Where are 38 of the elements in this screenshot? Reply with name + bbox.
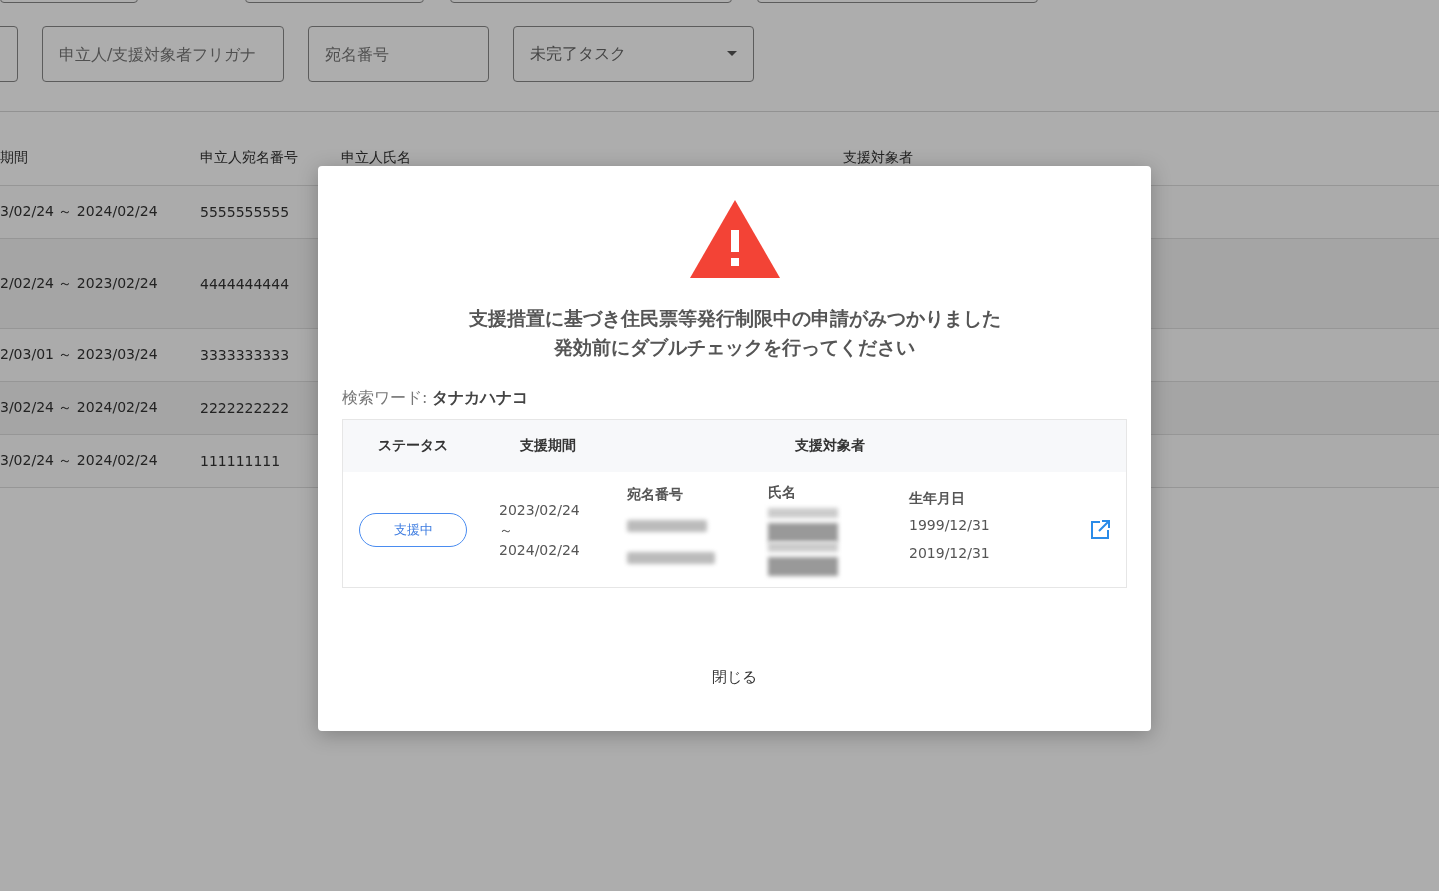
period-text: 2023/02/24: [499, 500, 581, 520]
blurred-name: [768, 541, 838, 576]
column-header: 生年月日: [909, 489, 966, 508]
column-header: 支援期間: [519, 437, 577, 455]
select-field[interactable]: 未完了タスク: [513, 26, 754, 82]
column-header: 期間: [0, 148, 29, 167]
table-cell-text: 3333333333: [200, 347, 291, 363]
warning-icon: [689, 200, 780, 278]
external-link-icon[interactable]: [1090, 519, 1110, 540]
column-header: 支援対象者: [843, 148, 914, 167]
column-header: 宛名番号: [627, 485, 684, 504]
table-cell-text: 2/02/24 ～ 2023/02/24: [0, 274, 159, 293]
column-header: 申立人氏名: [341, 148, 412, 167]
input-field[interactable]: 申立人/支援対象者フリガナ: [42, 26, 284, 82]
status-tag: 支援中: [359, 512, 467, 547]
table-cell-text: 3/02/24 ～ 2024/02/24: [0, 452, 159, 470]
column-header: 申立人宛名番号: [200, 148, 299, 167]
alert-message: 発効前にダブルチェックを行ってください: [553, 335, 916, 360]
table-cell-text: 3/02/24 ～ 2024/02/24: [0, 203, 159, 221]
blurred-name: [768, 507, 838, 542]
table-cell-text: 2222222222: [200, 400, 291, 416]
close-button[interactable]: 閉じる: [702, 662, 767, 693]
table-cell-text: 111111111: [200, 453, 282, 469]
table-cell-text: 3/02/24 ～ 2024/02/24: [0, 399, 159, 417]
search-word-text: 検索ワード: タナカハナコ: [342, 388, 529, 409]
column-header: 支援対象者: [793, 437, 866, 455]
table-cell-text: 2/03/01 ～ 2023/03/24: [0, 346, 159, 364]
dropdown-caret-icon: [727, 51, 737, 57]
table-cell-text: 4444444444: [200, 275, 291, 292]
period-text: 2024/02/24: [499, 540, 581, 560]
alert-message: 支援措置に基づき住民票等発行制限中の申請がみつかりました: [468, 306, 1001, 331]
period-text: ～: [499, 520, 514, 540]
table-cell-text: 5555555555: [200, 204, 291, 220]
birth-date: 1999/12/31: [909, 516, 991, 533]
column-header: 氏名: [768, 483, 797, 502]
birth-date: 2019/12/31: [909, 544, 991, 561]
column-header: ステータス: [377, 437, 449, 455]
input-field[interactable]: 宛名番号: [308, 26, 489, 82]
